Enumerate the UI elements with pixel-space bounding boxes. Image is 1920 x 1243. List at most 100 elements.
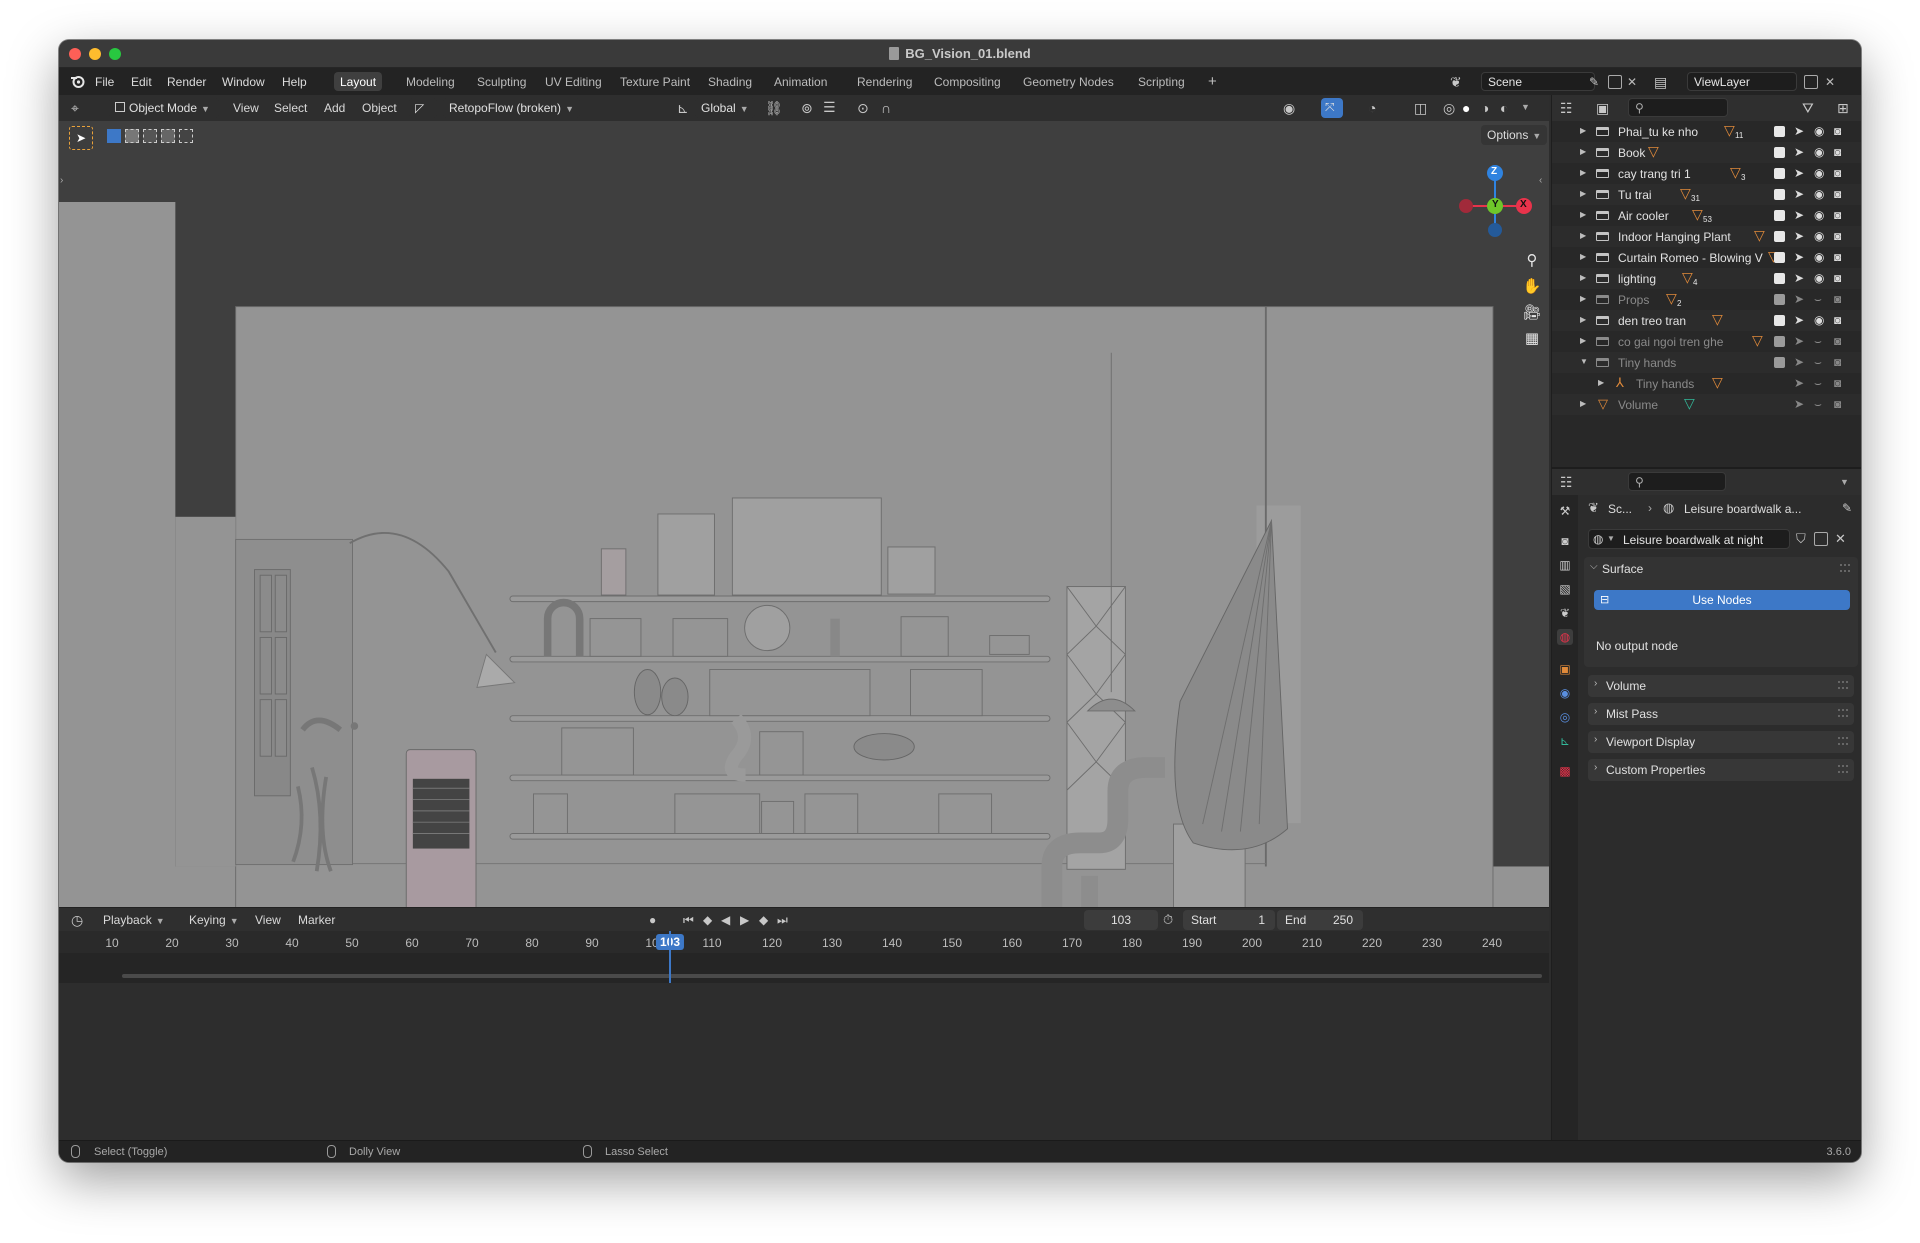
exclude-checkbox[interactable]	[1774, 231, 1785, 242]
play-icon[interactable]: ▶	[740, 913, 749, 927]
selectable-arrow-icon[interactable]: ➤	[1794, 355, 1804, 369]
eye-closed-icon[interactable]: ⌣	[1814, 397, 1822, 412]
outliner-search-input[interactable]: ⚲	[1628, 98, 1728, 117]
mist-pass-panel[interactable]: › Mist Pass	[1588, 703, 1854, 725]
render-tab-icon[interactable]: ◙	[1557, 533, 1573, 549]
selectable-arrow-icon[interactable]: ➤	[1794, 124, 1804, 138]
overlay-icon[interactable]: ◔	[1368, 101, 1376, 115]
snap-target-icon[interactable]: ◸	[409, 98, 437, 118]
eye-closed-icon[interactable]: ⌣	[1814, 355, 1822, 370]
3d-viewport[interactable]: ➤ › ‹ Options ▼ Z Y X ⚲ ✋ 🎥︎ ▦	[59, 121, 1549, 907]
exclude-checkbox[interactable]	[1774, 210, 1785, 221]
exclude-checkbox[interactable]	[1774, 168, 1785, 179]
eye-icon[interactable]: ◉	[1814, 145, 1824, 159]
menu-help[interactable]: Help	[282, 75, 307, 89]
duplicate-world-icon[interactable]	[1814, 532, 1828, 546]
outliner-row[interactable]: ▶ ⅄ Tiny hands ▽ ➤ ⌣ ◙	[1552, 373, 1861, 394]
pivot-point-icon[interactable]: ⛓	[765, 101, 783, 115]
display-mode-icon[interactable]: ▣	[1596, 101, 1609, 115]
gizmo-toggle-icon[interactable]: ⤧	[1321, 98, 1343, 118]
outliner-editor-icon[interactable]: ☷	[1560, 101, 1573, 115]
tab-rendering[interactable]: Rendering	[851, 72, 918, 91]
selectable-arrow-icon[interactable]: ➤	[1794, 187, 1804, 201]
menu-playback[interactable]: Playback ▼	[103, 913, 165, 927]
select-invert-icon[interactable]	[161, 129, 175, 143]
tab-layout[interactable]: Layout	[334, 72, 383, 91]
camera-view-icon[interactable]: 🎥︎	[1519, 300, 1545, 326]
tab-texture-paint[interactable]: Texture Paint	[614, 72, 696, 91]
select-intersect-icon[interactable]	[179, 129, 193, 143]
eye-icon[interactable]: ◉	[1814, 271, 1824, 285]
object-tab-icon[interactable]: ▣	[1557, 661, 1573, 677]
exclude-checkbox[interactable]	[1774, 252, 1785, 263]
prev-keyframe-icon[interactable]: ◆	[703, 913, 712, 927]
view-layer-selector[interactable]: ViewLayer	[1687, 72, 1797, 91]
outliner-row[interactable]: ▶ den treo tran ▽ ➤ ◉ ◙	[1552, 310, 1861, 331]
retopoflow-dropdown[interactable]: RetopoFlow (broken) ▼	[443, 98, 580, 118]
outliner-row[interactable]: ▶ co gai ngoi tren ghe ▽ ➤ ⌣ ◙	[1552, 331, 1861, 352]
tab-animation[interactable]: Animation	[768, 72, 833, 91]
editor-type-icon[interactable]: ⌖	[71, 101, 79, 115]
filter-icon[interactable]: ⛛	[1802, 101, 1814, 115]
shading-wireframe-icon[interactable]: ◎	[1443, 101, 1455, 115]
snap-increment-icon[interactable]: ☰	[823, 100, 836, 114]
tab-shading[interactable]: Shading	[702, 72, 758, 91]
eye-icon[interactable]: ◉	[1814, 187, 1824, 201]
selectable-arrow-icon[interactable]: ➤	[1794, 145, 1804, 159]
selectable-arrow-icon[interactable]: ➤	[1794, 166, 1804, 180]
pin-icon[interactable]: ✎	[1589, 75, 1599, 89]
jump-end-icon[interactable]: ⏭	[777, 913, 788, 927]
playhead[interactable]	[669, 931, 671, 983]
surface-panel-header[interactable]: Surface	[1602, 562, 1643, 576]
outliner-row[interactable]: ▶ Indoor Hanging Plant ▽ ➤ ◉ ◙	[1552, 226, 1861, 247]
render-camera-icon[interactable]: ◙	[1834, 229, 1841, 243]
eye-icon[interactable]: ◉	[1814, 250, 1824, 264]
scene-selector[interactable]: Scene	[1481, 72, 1595, 91]
tab-uv-editing[interactable]: UV Editing	[539, 72, 608, 91]
menu-add[interactable]: Add	[324, 101, 345, 115]
timeline-track[interactable]	[59, 953, 1549, 983]
outliner-row[interactable]: ▶ Tu trai ▽ 31 ➤ ◉ ◙	[1552, 184, 1861, 205]
expand-triangle-icon[interactable]: ▶	[1580, 126, 1586, 135]
eye-icon[interactable]: ◉	[1814, 166, 1824, 180]
chevron-down-icon[interactable]: ▼	[1840, 475, 1849, 489]
exclude-checkbox[interactable]	[1774, 357, 1785, 368]
render-camera-icon[interactable]: ◙	[1834, 292, 1841, 306]
selectable-arrow-icon[interactable]: ➤	[1794, 292, 1804, 306]
new-collection-icon[interactable]: ⊞	[1837, 101, 1849, 115]
shading-rendered-icon[interactable]: ◐	[1500, 101, 1508, 115]
selectable-arrow-icon[interactable]: ➤	[1794, 208, 1804, 222]
render-camera-icon[interactable]: ◙	[1834, 187, 1841, 201]
render-camera-icon[interactable]: ◙	[1834, 313, 1841, 327]
start-frame-field[interactable]: Start 1	[1183, 910, 1275, 930]
render-camera-icon[interactable]: ◙	[1834, 376, 1841, 390]
menu-file[interactable]: File	[95, 75, 114, 89]
perspective-grid-icon[interactable]: ▦	[1519, 326, 1545, 352]
tab-sculpting[interactable]: Sculpting	[471, 72, 532, 91]
xray-icon[interactable]: ◫	[1414, 101, 1427, 115]
new-view-layer-icon[interactable]	[1804, 75, 1818, 89]
expand-triangle-icon[interactable]: ▶	[1580, 231, 1586, 240]
eye-icon[interactable]: ◉	[1814, 124, 1824, 138]
expand-triangle-icon[interactable]: ▶	[1580, 294, 1586, 303]
tab-compositing[interactable]: Compositing	[928, 72, 1007, 91]
viewport-display-panel[interactable]: › Viewport Display	[1588, 731, 1854, 753]
expand-triangle-icon[interactable]: ▶	[1580, 336, 1586, 345]
outliner-row[interactable]: ▶ cay trang tri 1 ▽ 3 ➤ ◉ ◙	[1552, 163, 1861, 184]
expand-triangle-icon[interactable]: ▶	[1580, 315, 1586, 324]
outliner-row[interactable]: ▶ Phai_tu ke nho ▽ 11 ➤ ◉ ◙	[1552, 121, 1861, 142]
tab-modeling[interactable]: Modeling	[400, 72, 461, 91]
navigation-gizmo[interactable]: Z Y X	[1454, 156, 1536, 238]
render-camera-icon[interactable]: ◙	[1834, 271, 1841, 285]
texture-tab-icon[interactable]: ▩	[1557, 763, 1573, 779]
expand-triangle-icon[interactable]: ▶	[1580, 189, 1586, 198]
snap-icon[interactable]: ⊚	[801, 101, 813, 115]
delete-scene-icon[interactable]: ✕	[1627, 75, 1641, 89]
next-keyframe-icon[interactable]: ◆	[759, 913, 768, 927]
view-layer-tab-icon[interactable]: ▧	[1557, 581, 1573, 597]
select-subtract-icon[interactable]	[143, 129, 157, 143]
stopwatch-icon[interactable]: ⏱	[1163, 913, 1173, 927]
toolbar-expand-icon[interactable]: ›	[60, 175, 63, 186]
selectable-arrow-icon[interactable]: ➤	[1794, 271, 1804, 285]
properties-editor-icon[interactable]: ☷	[1560, 475, 1573, 489]
